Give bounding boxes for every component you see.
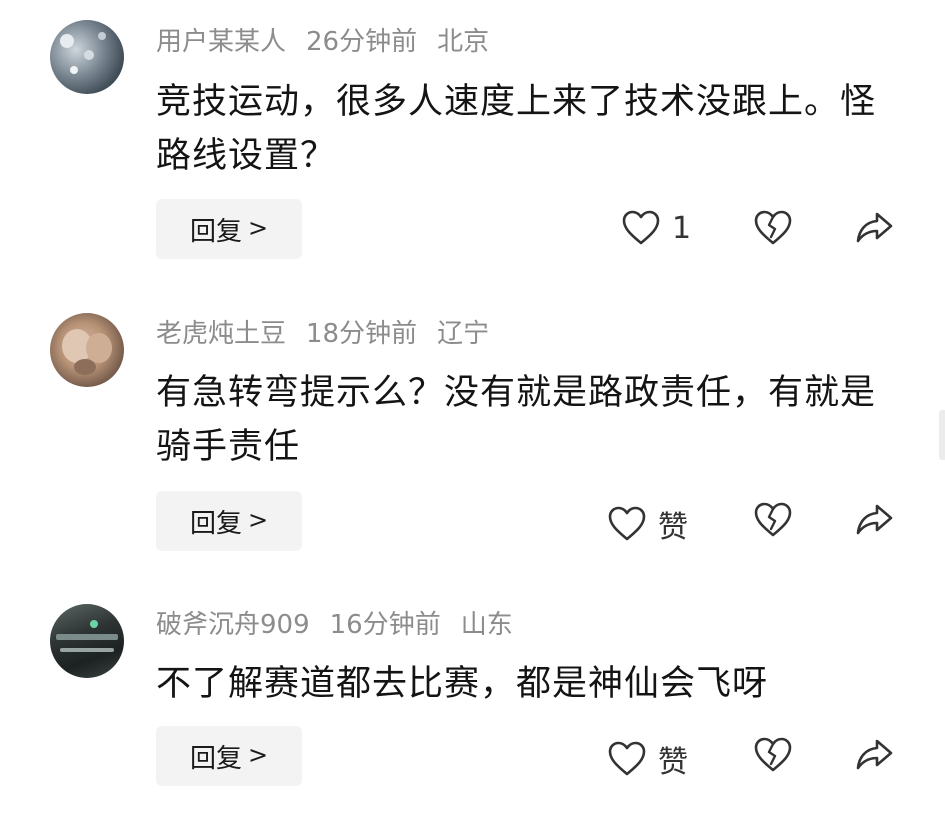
chevron-right-icon: > xyxy=(247,506,269,534)
like-count: 1 xyxy=(672,210,692,246)
location: 辽宁 xyxy=(437,319,490,349)
heart-outline-icon xyxy=(622,210,660,245)
comment-list-screen: { "comments": [ { "username": "用户某某人", "… xyxy=(0,0,945,831)
share-arrow-icon xyxy=(856,212,893,243)
comment-meta: 用户某某人 26分钟前 北京 xyxy=(156,25,509,59)
chevron-right-icon: > xyxy=(247,741,269,769)
share-button[interactable] xyxy=(855,502,893,538)
timestamp: 16分钟前 xyxy=(329,610,441,640)
location: 北京 xyxy=(437,27,490,57)
heart-outline-icon xyxy=(608,741,646,776)
broken-heart-icon xyxy=(754,737,792,772)
avatar[interactable] xyxy=(50,20,124,94)
username[interactable]: 破斧沉舟909 xyxy=(156,610,310,640)
like-label: 赞 xyxy=(658,745,688,780)
timestamp: 18分钟前 xyxy=(306,319,418,349)
timestamp: 26分钟前 xyxy=(306,27,418,57)
like-label: 赞 xyxy=(658,510,688,545)
share-arrow-icon xyxy=(856,504,893,535)
like-button[interactable]: 1 xyxy=(622,210,691,246)
comment-text: 不了解赛道都去比赛，都是神仙会飞呀 xyxy=(156,664,769,704)
dislike-button[interactable] xyxy=(754,210,792,246)
like-button[interactable]: 赞 xyxy=(608,502,688,546)
broken-heart-icon xyxy=(754,210,792,245)
dislike-button[interactable] xyxy=(754,737,792,773)
scroll-indicator[interactable] xyxy=(939,410,945,460)
heart-outline-icon xyxy=(608,506,646,541)
like-button[interactable]: 赞 xyxy=(608,737,688,781)
share-arrow-icon xyxy=(856,739,893,770)
comment-meta: 破斧沉舟909 16分钟前 山东 xyxy=(156,608,533,642)
comment-meta: 老虎炖土豆 18分钟前 辽宁 xyxy=(156,317,509,351)
reply-label: 回复 xyxy=(189,216,242,247)
reply-label: 回复 xyxy=(189,743,242,774)
username[interactable]: 用户某某人 xyxy=(156,27,286,57)
username[interactable]: 老虎炖土豆 xyxy=(156,319,286,349)
reply-button[interactable]: 回复 > xyxy=(156,726,302,786)
broken-heart-icon xyxy=(754,502,792,537)
dislike-button[interactable] xyxy=(754,502,792,538)
comment-text: 有急转弯提示么？没有就是路政责任，有就是骑手责任 xyxy=(156,373,877,467)
chevron-right-icon: > xyxy=(247,214,269,242)
reply-label: 回复 xyxy=(189,508,242,539)
share-button[interactable] xyxy=(855,737,893,773)
location: 山东 xyxy=(460,610,513,640)
share-button[interactable] xyxy=(855,210,893,246)
comment-text: 竞技运动，很多人速度上来了技术没跟上。怪路线设置？ xyxy=(156,82,877,176)
avatar[interactable] xyxy=(50,604,124,678)
avatar[interactable] xyxy=(50,313,124,387)
reply-button[interactable]: 回复 > xyxy=(156,491,302,551)
reply-button[interactable]: 回复 > xyxy=(156,199,302,259)
